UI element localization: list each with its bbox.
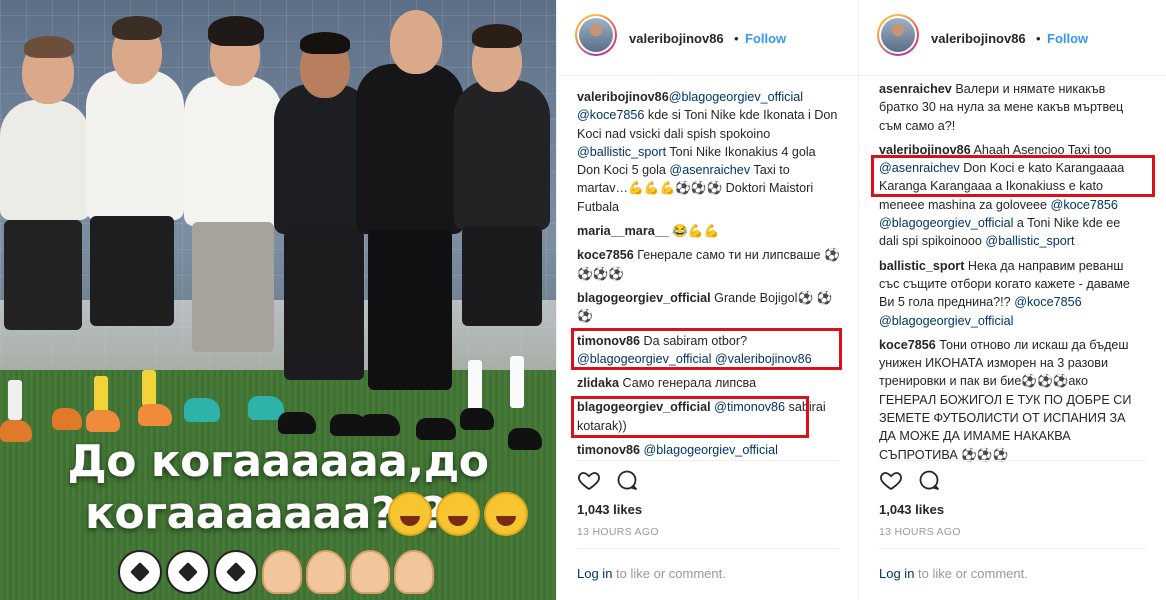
comment-list: asenraichev Валери и нямате никакъв брат… [879, 80, 1143, 470]
avatar[interactable] [877, 14, 919, 56]
mention-link[interactable]: @asenraichev [669, 163, 750, 177]
laughing-emoji-icon [436, 492, 480, 536]
flexed-biceps-icon [306, 550, 346, 594]
likes-count[interactable]: 1,043 likes [577, 502, 642, 517]
flexed-biceps-icon [394, 550, 434, 594]
separator-dot: • [1036, 31, 1041, 46]
comment-username-link[interactable]: valeribojinov86 [577, 90, 669, 104]
comment-username-link[interactable]: timonov86 [577, 443, 640, 457]
comment-item: maria__mara__ 😂💪💪 [577, 222, 841, 240]
comment-text: Само генерала липсва [619, 376, 757, 391]
comment-username-link[interactable]: blagogeorgiev_official [577, 400, 711, 414]
comment-item: ballistic_sport Нека да направим реванш … [879, 257, 1143, 330]
comment-icon[interactable] [615, 468, 639, 492]
comment-text: Ahaah Asencioo Taxi too [970, 142, 1112, 157]
laughing-emoji-row [388, 492, 528, 536]
login-link[interactable]: Log in [879, 566, 914, 581]
divider [879, 548, 1147, 549]
mention-link[interactable]: @valeribojinov86 [715, 352, 812, 366]
comment-item: valeribojinov86 Ahaah Asencioo Taxi too … [879, 141, 1143, 251]
divider [577, 548, 839, 549]
mention-link[interactable]: @koce7856 [577, 108, 644, 122]
mention-link[interactable]: @blagogeorgiev_official [643, 443, 777, 457]
comment-item: blagogeorgiev_official @timonov86 sabira… [577, 398, 841, 435]
player-2 [80, 0, 190, 460]
action-bar [877, 466, 997, 494]
comment-username-link[interactable]: valeribojinov86 [879, 143, 971, 157]
flexed-biceps-icon [350, 550, 390, 594]
comment-item: timonov86 Da sabiram otbor? @blagogeorgi… [577, 332, 841, 369]
comment-icon[interactable] [917, 468, 941, 492]
mention-link[interactable]: @koce7856 [1014, 295, 1081, 309]
login-prompt: Log in to like or comment. [879, 566, 1028, 581]
action-bar [575, 466, 695, 494]
separator-dot: • [734, 31, 739, 46]
story-caption-line-1: До когаааааа,до [67, 436, 489, 487]
laughing-emoji-icon [484, 492, 528, 536]
comment-text: Da sabiram otbor? [639, 333, 748, 348]
comment-item: koce7856 Тони отново ли искаш да бъдеш у… [879, 336, 1143, 464]
comment-username-link[interactable]: zlidaka [577, 376, 619, 390]
mention-link[interactable]: @ballistic_sport [577, 145, 666, 159]
divider [577, 460, 839, 461]
comment-item: blagogeorgiev_official Grande Bojigol⚽ ⚽… [577, 289, 841, 326]
mention-link[interactable]: @blagogeorgiev_official [879, 216, 1013, 230]
comment-username-link[interactable]: ballistic_sport [879, 259, 964, 273]
login-prompt-text: to like or comment. [914, 566, 1028, 581]
post-panel-right: valeribojinov86 • Follow asenraichev Вал… [858, 0, 1166, 600]
comment-item: asenraichev Валери и нямате никакъв брат… [879, 80, 1143, 135]
post-panel-left: valeribojinov86 • Follow valeribojinov86… [556, 0, 858, 600]
emoji-row [118, 550, 434, 594]
comment-item: zlidaka Само генерала липсва [577, 374, 841, 392]
heart-icon[interactable] [879, 468, 903, 492]
post-header: valeribojinov86 • Follow [859, 0, 1166, 76]
username-link[interactable]: valeribojinov86 [629, 31, 724, 46]
divider [879, 460, 1147, 461]
mention-link[interactable]: @ballistic_sport [985, 234, 1074, 248]
post-timestamp[interactable]: 13 HOURS AGO [577, 526, 659, 538]
comment-username-link[interactable]: blagogeorgiev_official [577, 291, 711, 305]
comment-item: valeribojinov86@blagogeorgiev_official @… [577, 88, 841, 216]
post-photo[interactable]: До когаааааа,до когааааааа???? [0, 0, 556, 600]
follow-button[interactable]: Follow [1047, 31, 1088, 46]
comment-username-link[interactable]: koce7856 [879, 338, 936, 352]
flexed-biceps-icon [262, 550, 302, 594]
comment-list: valeribojinov86@blagogeorgiev_official @… [577, 88, 841, 465]
soccer-ball-icon [118, 550, 162, 594]
comment-username-link[interactable]: timonov86 [577, 334, 640, 348]
mention-link[interactable]: @asenraichev [879, 161, 960, 175]
soccer-ball-icon [166, 550, 210, 594]
mention-link[interactable]: @blagogeorgiev_official [669, 90, 803, 104]
comment-item: koce7856 Генерале само ти ни липсваше ⚽⚽… [577, 246, 841, 283]
follow-button[interactable]: Follow [745, 31, 786, 46]
soccer-ball-icon [214, 550, 258, 594]
comment-text: Тони отново ли искаш да бъдеш унижен ИКО… [879, 337, 1132, 462]
comment-text: 😂💪💪 [668, 224, 720, 239]
post-header: valeribojinov86 • Follow [557, 0, 858, 76]
comment-username-link[interactable]: koce7856 [577, 248, 634, 262]
login-prompt: Log in to like or comment. [577, 566, 726, 581]
username-link[interactable]: valeribojinov86 [931, 31, 1026, 46]
mention-link[interactable]: @blagogeorgiev_official [577, 352, 711, 366]
comment-username-link[interactable]: asenraichev [879, 82, 952, 96]
player-6 [450, 0, 556, 460]
likes-count[interactable]: 1,043 likes [879, 502, 944, 517]
post-timestamp[interactable]: 13 HOURS AGO [879, 526, 961, 538]
laughing-emoji-icon [388, 492, 432, 536]
login-prompt-text: to like or comment. [612, 566, 726, 581]
comment-username-link[interactable]: maria__mara__ [577, 224, 669, 238]
heart-icon[interactable] [577, 468, 601, 492]
avatar[interactable] [575, 14, 617, 56]
mention-link[interactable]: @blagogeorgiev_official [879, 314, 1013, 328]
comment-item: timonov86 @blagogeorgiev_official [577, 441, 841, 459]
mention-link[interactable]: @timonov86 [714, 400, 785, 414]
mention-link[interactable]: @koce7856 [1051, 198, 1118, 212]
login-link[interactable]: Log in [577, 566, 612, 581]
